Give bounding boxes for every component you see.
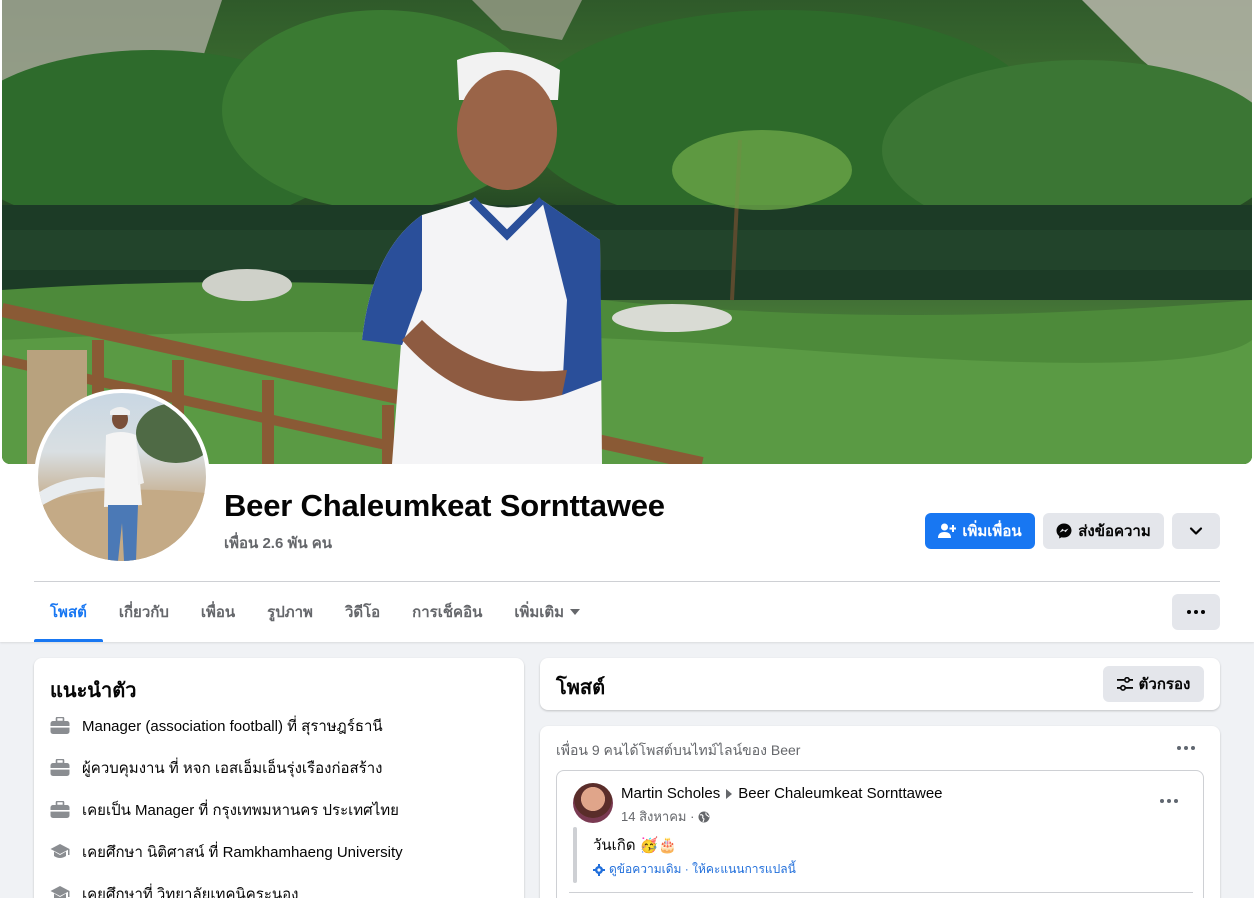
tab-more-label: เพิ่มเติม [514, 604, 565, 621]
translation-links-text[interactable]: ดูข้อความเดิม · ให้คะแนนการแปลนี้ [609, 860, 796, 879]
tab-posts[interactable]: โพสต์ [34, 582, 103, 642]
tab-checkins-label: การเช็คอิน [412, 604, 483, 621]
timeline-feed-card: เพื่อน 9 คนได้โพสต์บนไทม์ไลน์ของ Beer Ma… [540, 726, 1220, 898]
post-author-line: Martin Scholes Beer Chaleumkeat Sornttaw… [621, 785, 943, 802]
intro-item: ผู้ควบคุมงาน ที่ หจก เอสเอ็มเอ็นรุ่งเรือ… [50, 756, 383, 780]
briefcase-icon [50, 716, 70, 736]
intro-item-text: เคยศึกษาที่ วิทยาลัยเทคนิคระนอง [82, 886, 299, 898]
tabs-more-button[interactable] [1172, 594, 1220, 630]
posts-title: โพสต์ [556, 677, 606, 699]
tab-more[interactable]: เพิ่มเติม [498, 582, 596, 642]
message-label: ส่งข้อความ [1078, 523, 1151, 540]
friend-post: Martin Scholes Beer Chaleumkeat Sornttaw… [556, 770, 1204, 898]
post-author-name[interactable]: Martin Scholes [621, 785, 720, 802]
translation-links: ดูข้อความเดิม · ให้คะแนนการแปลนี้ [593, 860, 796, 879]
intro-item-text: เคยเป็น Manager ที่ กรุงเทพมหานคร ประเทศ… [82, 802, 399, 819]
add-friend-icon [938, 523, 957, 538]
post-options-button[interactable] [1151, 783, 1187, 819]
intro-card: แนะนำตัว Manager (association football) … [34, 658, 524, 898]
chevron-down-icon [1189, 527, 1203, 535]
tab-videos-label: วิดีโอ [344, 604, 381, 621]
filter-label: ตัวกรอง [1138, 676, 1191, 693]
intro-item: Manager (association football) ที่ สุราษ… [50, 714, 383, 738]
tab-friends[interactable]: เพื่อน [185, 582, 251, 642]
post-timestamp: 14 สิงหาคม · [621, 806, 710, 827]
intro-item: เคยเป็น Manager ที่ กรุงเทพมหานคร ประเทศ… [50, 798, 399, 822]
cover-photo[interactable] [2, 0, 1252, 464]
intro-item: เคยศึกษา นิติศาสน์ ที่ Ramkhamhaeng Univ… [50, 840, 403, 864]
tab-friends-label: เพื่อน [200, 604, 236, 621]
intro-item-text: เคยศึกษา นิติศาสน์ ที่ Ramkhamhaeng Univ… [82, 844, 403, 861]
intro-item: เคยศึกษาที่ วิทยาลัยเทคนิคระนอง [50, 882, 298, 898]
feed-options-button[interactable] [1168, 730, 1204, 766]
profile-name: Beer Chaleumkeat Sornttawee [224, 488, 665, 523]
filter-icon [1116, 677, 1133, 691]
post-time-text[interactable]: 14 สิงหาคม · [621, 806, 694, 827]
profile-header: Beer Chaleumkeat Sornttawee เพื่อน 2.6 พ… [0, 0, 1254, 642]
graduation-cap-icon [50, 842, 70, 862]
profile-avatar-image [38, 393, 206, 561]
tab-photos[interactable]: รูปภาพ [251, 582, 329, 642]
profile-tabs: โพสต์ เกี่ยวกับ เพื่อน รูปภาพ วิดีโอ การ… [34, 582, 596, 642]
caret-down-icon [570, 609, 581, 615]
feed-note: เพื่อน 9 คนได้โพสต์บนไทม์ไลน์ของ Beer [556, 742, 801, 758]
post-text: วันเกิด 🥳🎂 [593, 833, 677, 857]
poster-avatar[interactable] [573, 783, 613, 823]
quote-bar [573, 827, 577, 883]
tab-about[interactable]: เกี่ยวกับ [103, 582, 185, 642]
intro-item-text: Manager (association football) ที่ สุราษ… [82, 718, 383, 735]
messenger-icon [1056, 523, 1072, 539]
briefcase-icon [50, 800, 70, 820]
profile-avatar[interactable] [34, 389, 210, 565]
graduation-cap-icon [50, 884, 70, 898]
globe-icon [698, 811, 710, 822]
tab-about-label: เกี่ยวกับ [118, 604, 169, 621]
message-button[interactable]: ส่งข้อความ [1043, 513, 1164, 549]
tab-videos[interactable]: วิดีโอ [329, 582, 396, 642]
tab-posts-label: โพสต์ [50, 604, 87, 621]
post-text-body: วันเกิด [593, 837, 636, 854]
tab-checkins[interactable]: การเช็คอิน [396, 582, 498, 642]
ellipsis-icon [1186, 610, 1207, 614]
post-target-name[interactable]: Beer Chaleumkeat Sornttawee [738, 785, 942, 802]
more-actions-button[interactable] [1172, 513, 1220, 549]
friends-count[interactable]: เพื่อน 2.6 พัน คน [224, 531, 332, 555]
filter-button[interactable]: ตัวกรอง [1103, 666, 1204, 702]
post-emoji: 🥳🎂 [639, 837, 677, 854]
arrow-right-icon [726, 788, 733, 799]
post-divider [569, 892, 1193, 893]
cover-photo-illustration [2, 0, 1252, 464]
posts-header-card: โพสต์ ตัวกรอง [540, 658, 1220, 710]
intro-title: แนะนำตัว [50, 680, 137, 702]
add-friend-button[interactable]: เพิ่มเพื่อน [925, 513, 1035, 549]
intro-item-text: ผู้ควบคุมงาน ที่ หจก เอสเอ็มเอ็นรุ่งเรือ… [82, 760, 383, 777]
briefcase-icon [50, 758, 70, 778]
add-friend-label: เพิ่มเพื่อน [962, 523, 1022, 540]
tab-photos-label: รูปภาพ [267, 604, 313, 621]
gear-icon [593, 863, 605, 876]
